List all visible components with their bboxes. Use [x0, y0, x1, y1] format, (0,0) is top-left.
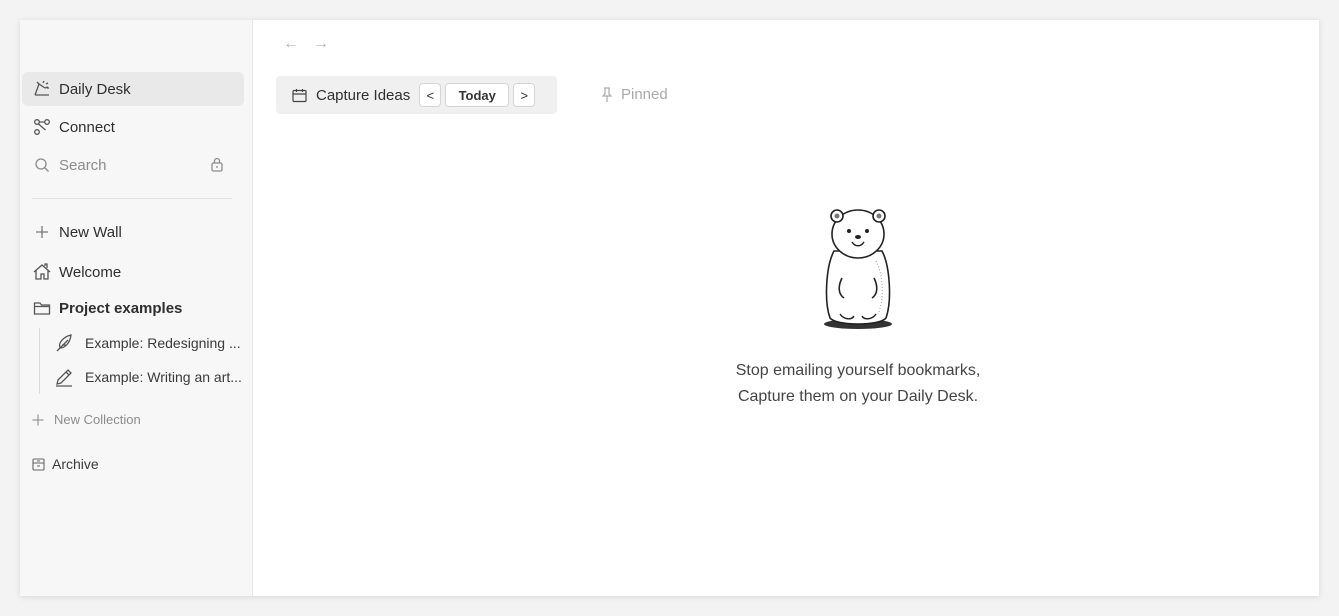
connect-icon — [32, 117, 52, 137]
plus-icon — [32, 414, 44, 426]
sidebar-item-example-redesigning[interactable]: Example: Redesigning ... — [54, 328, 250, 358]
sidebar-item-label: Project examples — [59, 299, 183, 317]
feather-icon — [54, 333, 76, 353]
archive-label: Archive — [52, 456, 99, 472]
sidebar-item-label: Daily Desk — [59, 80, 131, 98]
capture-toolbar: Capture Ideas < Today > — [276, 76, 557, 114]
sidebar-item-connect[interactable]: Connect — [22, 110, 244, 144]
next-day-button[interactable]: > — [513, 83, 536, 107]
search-icon — [32, 155, 52, 175]
sidebar-item-daily-desk[interactable]: Daily Desk — [22, 72, 244, 106]
sidebar-item-archive[interactable]: Archive — [32, 456, 99, 472]
sidebar-item-label: Example: Writing an art... — [85, 369, 242, 385]
pencil-icon — [54, 367, 76, 387]
sidebar-item-label: New Wall — [59, 223, 122, 241]
sidebar-item-label: Example: Redesigning ... — [85, 335, 241, 351]
sidebar-divider — [32, 198, 232, 199]
archive-icon — [32, 457, 45, 471]
pin-icon — [601, 86, 613, 103]
plus-icon — [32, 222, 52, 242]
sidebar-item-welcome[interactable]: Welcome — [22, 255, 244, 289]
new-wall-button[interactable]: New Wall — [22, 215, 244, 249]
house-icon — [32, 262, 52, 282]
sidebar-item-label: Connect — [59, 118, 115, 136]
empty-state-message: Stop emailing yourself bookmarks, Captur… — [658, 358, 1058, 410]
bear-illustration — [818, 206, 898, 337]
folder-icon — [32, 298, 52, 318]
prev-day-button[interactable]: < — [419, 83, 442, 107]
sidebar-item-project-examples[interactable]: Project examples — [22, 291, 244, 325]
daily-desk-icon — [32, 79, 52, 99]
forward-arrow-icon[interactable]: → — [313, 36, 329, 52]
search-input[interactable]: Search — [22, 148, 244, 182]
tree-line — [39, 328, 40, 394]
search-placeholder: Search — [59, 156, 107, 174]
today-button[interactable]: Today — [445, 83, 510, 107]
pinned-button[interactable]: Pinned — [601, 86, 668, 103]
empty-state-line-1: Stop emailing yourself bookmarks, — [735, 362, 981, 379]
empty-state-line-2: Capture them on your Daily Desk. — [737, 388, 979, 405]
new-collection-label: New Collection — [54, 412, 141, 427]
history-nav: ← → — [283, 36, 329, 52]
main-content: ← → Capture Ideas < Today > Pinned Stop … — [253, 20, 1319, 596]
app-window: Daily Desk Connect Search New Wall Welco… — [20, 20, 1319, 596]
sidebar: Daily Desk Connect Search New Wall Welco… — [20, 20, 253, 596]
sidebar-item-example-writing[interactable]: Example: Writing an art... — [54, 362, 250, 392]
calendar-icon[interactable] — [292, 88, 307, 103]
pinned-label: Pinned — [621, 86, 668, 103]
toolbar-title: Capture Ideas — [316, 86, 411, 104]
lock-icon[interactable] — [210, 157, 224, 176]
back-arrow-icon[interactable]: ← — [283, 36, 299, 52]
sidebar-item-label: Welcome — [59, 263, 122, 281]
new-collection-button[interactable]: New Collection — [32, 412, 141, 427]
